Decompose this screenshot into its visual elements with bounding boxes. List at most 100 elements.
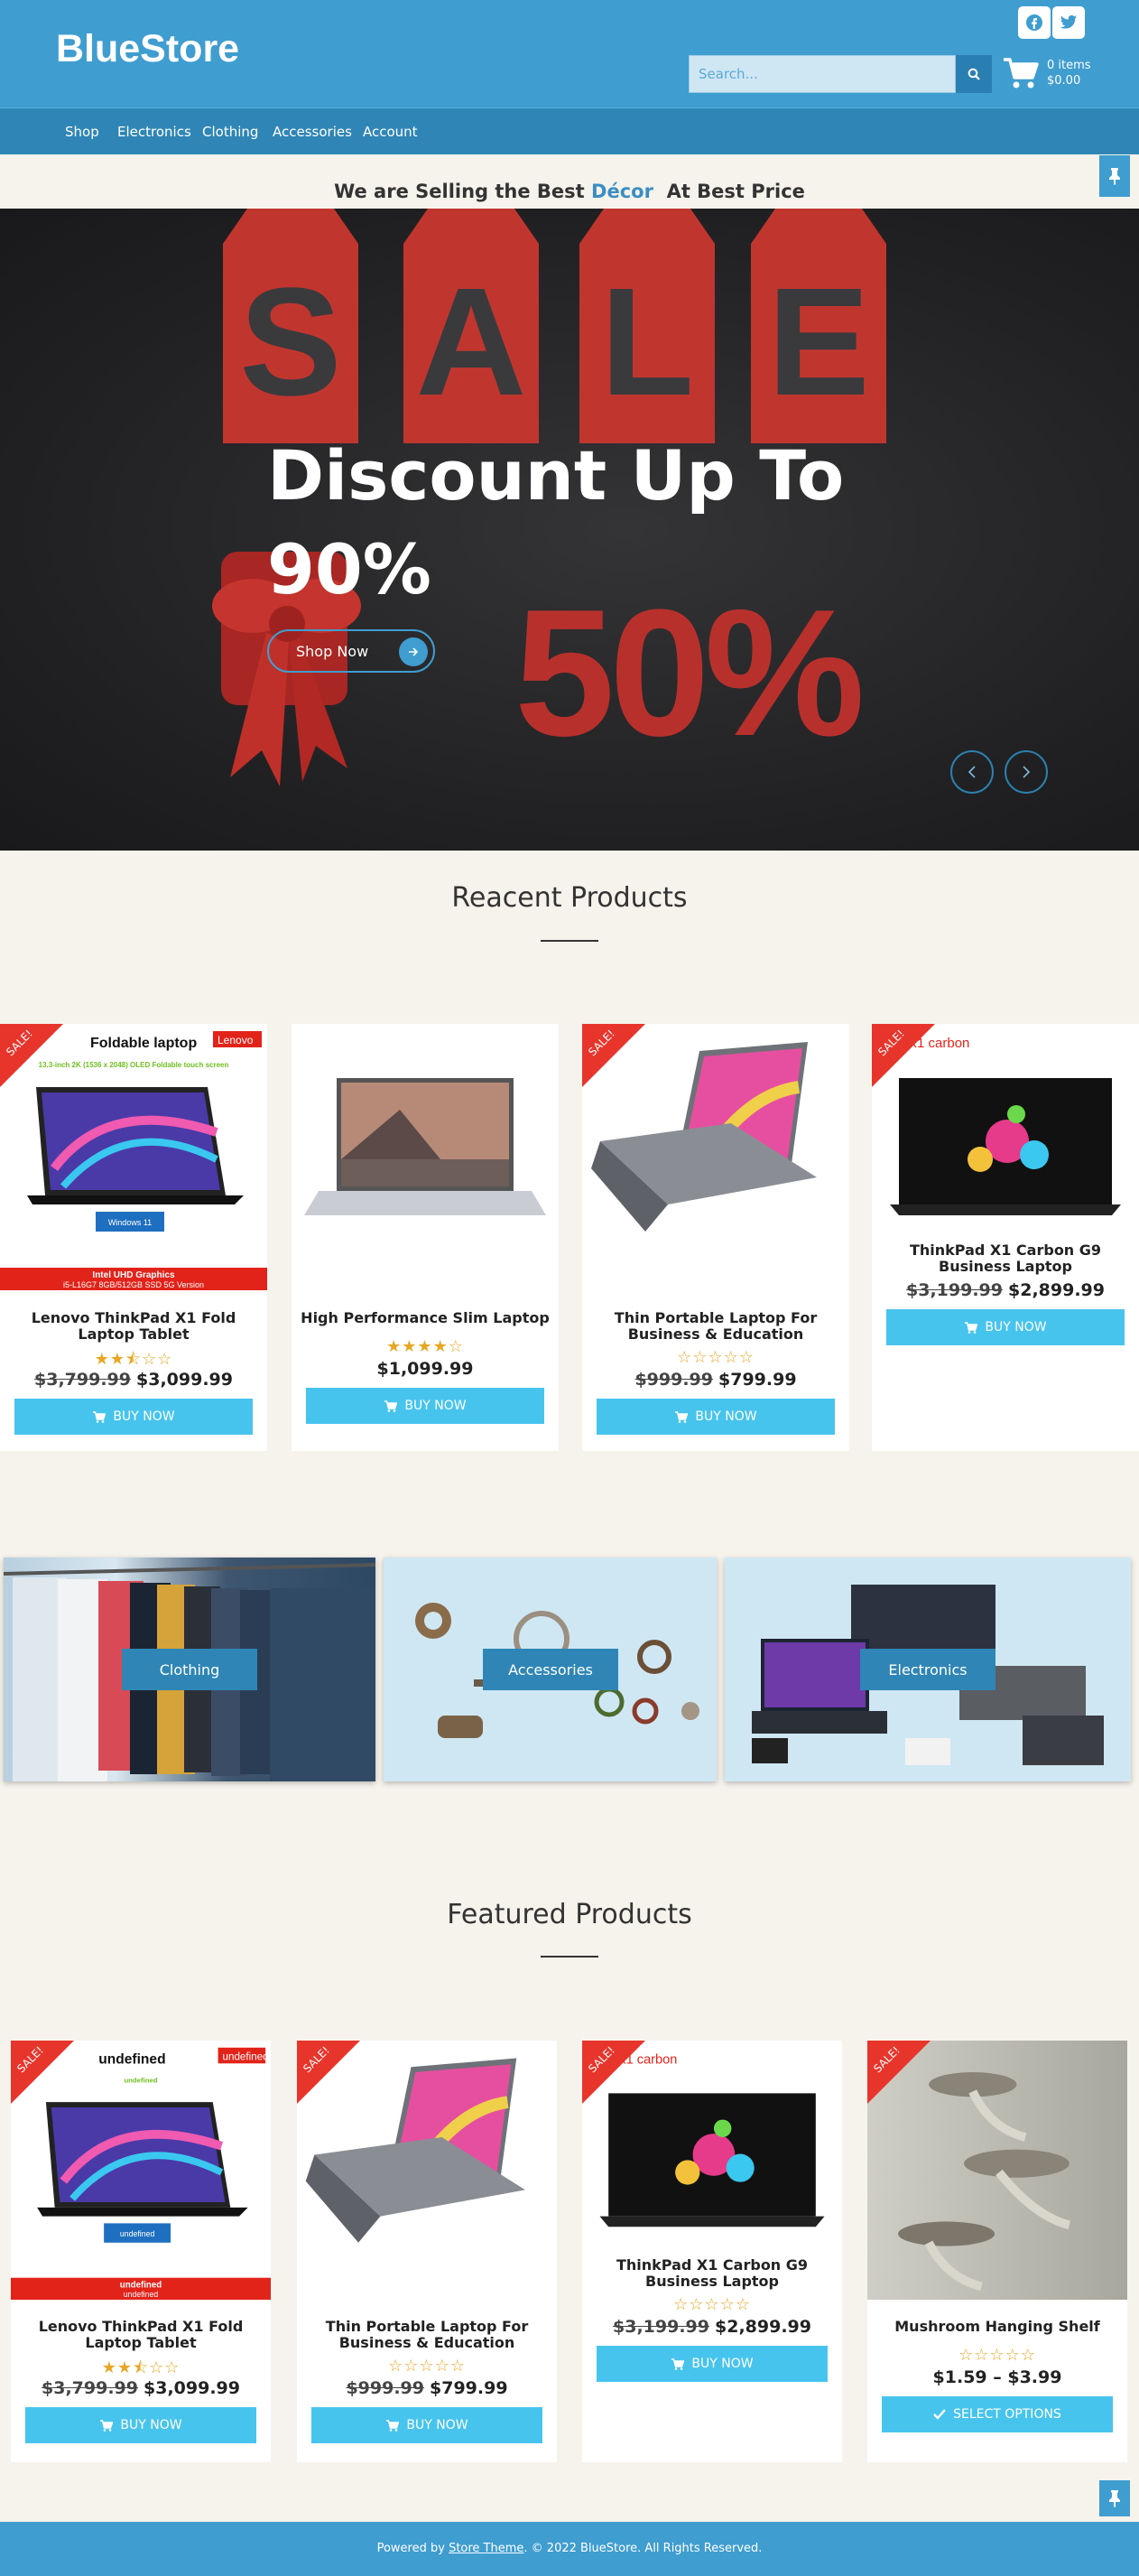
category-clothing-button[interactable]: Clothing [122, 1649, 257, 1690]
pin-button[interactable] [1099, 155, 1130, 197]
product-price: $1.59 – $3.99 [867, 2367, 1127, 2387]
sale-badge-label: SALE! [586, 1027, 617, 1059]
section-title-featured: Featured Products [447, 1899, 692, 1930]
buy-button-label: BUY NOW [985, 1320, 1047, 1334]
product-name[interactable]: ThinkPad X1 Carbon G9 Business Laptop [879, 1242, 1132, 1275]
nav-electronics[interactable]: Electronics [117, 108, 191, 155]
product-name[interactable]: ThinkPad X1 Carbon G9 Business Laptop [589, 2257, 835, 2290]
product-price: $3,199.99 $2,899.99 [872, 1280, 1139, 1300]
main-nav: Shop Electronics Clothing Accessories Ac… [0, 107, 1139, 154]
product-price: $3,199.99 $2,899.99 [582, 2317, 842, 2337]
product-name[interactable]: Lenovo ThinkPad X1 Fold Laptop Tablet [18, 2319, 264, 2351]
product-image[interactable] [867, 2041, 1127, 2301]
section-title-recent: Reacent Products [451, 882, 688, 914]
recent-products-row: Foldable laptop Lenovo 13.3-inch 2K (1536 … [0, 1024, 1139, 1451]
nav-shop[interactable]: Shop [65, 108, 99, 155]
tagline: We are Selling the Best Décor At Best Pr… [0, 181, 1139, 202]
category-electronics-button[interactable]: Electronics [860, 1649, 995, 1690]
star-rating: ☆☆☆☆☆ [958, 2346, 1036, 2365]
tagline-pre: We are Selling the Best [334, 181, 585, 202]
search-input[interactable] [689, 55, 956, 93]
nav-account[interactable]: Account [363, 108, 418, 155]
footer-copyright: . © 2022 BlueStore. All Rights Reserved. [523, 2542, 763, 2555]
cart-items-count: 0 items [1047, 59, 1091, 72]
current-price: $799.99 [430, 2378, 508, 2398]
buy-button[interactable]: SELECT OPTIONS [881, 2396, 1114, 2432]
hero-slider: S A L E 50% Discount Up To 90% Shop Now [0, 209, 1139, 851]
sale-badge-label: SALE! [871, 2043, 903, 2076]
twitter-icon[interactable] [1052, 6, 1085, 39]
product-card[interactable]: High Performance Slim Laptop ★★★★☆ $1,099.… [292, 1024, 559, 1451]
category-accessories-button[interactable]: Accessories [483, 1649, 618, 1690]
buy-button[interactable]: BUY NOW [306, 1388, 544, 1424]
check-icon [933, 2409, 947, 2420]
buy-button[interactable]: BUY NOW [596, 2346, 829, 2382]
slider-next-button[interactable] [1005, 750, 1048, 794]
product-card[interactable]: SALE! Mushroom Hanging Shelf ☆☆☆☆☆ $1.59 – … [867, 2041, 1127, 2462]
buy-button-label: SELECT OPTIONS [953, 2407, 1061, 2422]
sale-letter: A [415, 256, 527, 428]
svg-text:undefined: undefined [120, 2280, 162, 2290]
cart-summary[interactable]: 0 items $0.00 [1047, 58, 1091, 88]
category-accessories[interactable]: Accessories [384, 1558, 717, 1781]
slider-prev-button[interactable] [950, 750, 994, 794]
nav-clothing[interactable]: Clothing [202, 108, 258, 155]
facebook-icon[interactable] [1018, 6, 1051, 39]
shop-now-label: Shop Now [296, 642, 369, 660]
product-card[interactable]: SALE! Thin Portable Laptop For Business &… [582, 1024, 849, 1451]
chevron-left-icon [968, 766, 976, 778]
product-image[interactable]: undefined undefined undefined undefined unde… [11, 2041, 271, 2301]
buy-button-label: BUY NOW [406, 2418, 468, 2432]
current-price: $2,899.99 [715, 2317, 811, 2337]
section-divider [541, 940, 598, 942]
pin-icon [1109, 168, 1120, 185]
product-price: $1,099.99 [292, 1359, 559, 1379]
pin-button[interactable] [1099, 2480, 1130, 2516]
product-card[interactable]: Foldable laptop Lenovo 13.3-inch 2K (1536 … [0, 1024, 267, 1451]
nav-accessories[interactable]: Accessories [273, 108, 352, 155]
buy-button-label: BUY NOW [113, 1409, 175, 1424]
product-image[interactable]: Foldable laptop Lenovo 13.3-inch 2K (1536 … [0, 1024, 267, 1290]
site-logo[interactable]: BlueStore [56, 27, 239, 71]
buy-button[interactable]: BUY NOW [24, 2407, 257, 2443]
product-card[interactable]: X1 carbon SALE! ThinkPad X1 Carbon G9 Busi… [582, 2041, 842, 2462]
sale-badge-label: SALE! [586, 2043, 617, 2076]
category-clothing[interactable]: Clothing [4, 1558, 375, 1781]
sale-badge-label: SALE! [4, 1027, 35, 1059]
buy-button-label: BUY NOW [404, 1399, 467, 1413]
buy-button[interactable]: BUY NOW [597, 1399, 835, 1435]
cart-icon [384, 1400, 398, 1412]
product-name[interactable]: High Performance Slim Laptop [299, 1310, 551, 1326]
product-name[interactable]: Thin Portable Laptop For Business & Educ… [589, 1310, 842, 1343]
old-price: $3,199.99 [906, 1280, 1003, 1300]
cart-icon [671, 2357, 685, 2370]
cart-icon [965, 1321, 978, 1334]
product-card[interactable]: X1 carbon SALE! ThinkPad X1 Carbon G9 Busi… [872, 1024, 1139, 1451]
svg-text:undefined: undefined [124, 2077, 157, 2085]
star-rating: ☆☆☆☆☆ [677, 1348, 755, 1367]
hero-headline: Discount Up To 90% [267, 429, 844, 617]
buy-button[interactable]: BUY NOW [310, 2407, 543, 2443]
shop-now-button[interactable]: Shop Now [267, 629, 435, 673]
product-name[interactable]: Lenovo ThinkPad X1 Fold Laptop Tablet [7, 1310, 260, 1343]
sale-letter: S [239, 256, 342, 428]
sale-badge-label: SALE! [14, 2043, 46, 2076]
buy-button[interactable]: BUY NOW [14, 1399, 253, 1435]
product-price: $3,799.99 $3,099.99 [0, 1370, 267, 1390]
product-name[interactable]: Thin Portable Laptop For Business & Educ… [304, 2319, 550, 2351]
search-button[interactable] [956, 55, 992, 93]
sale-badge-label: SALE! [301, 2043, 332, 2076]
product-name[interactable]: Mushroom Hanging Shelf [875, 2319, 1120, 2335]
cart-icon[interactable] [1002, 56, 1042, 92]
footer-theme-link[interactable]: Store Theme [449, 2542, 523, 2555]
buy-button[interactable]: BUY NOW [886, 1309, 1125, 1345]
tagline-post: At Best Price [666, 181, 805, 202]
category-electronics[interactable]: Electronics [725, 1558, 1131, 1781]
product-image[interactable] [297, 2041, 557, 2301]
chevron-right-icon [1023, 766, 1031, 778]
product-image[interactable] [292, 1024, 559, 1290]
product-image[interactable] [582, 1024, 849, 1290]
product-card[interactable]: SALE! Thin Portable Laptop For Business &… [297, 2041, 557, 2462]
old-price: $3,799.99 [42, 2378, 138, 2398]
product-card[interactable]: undefined undefined undefined undefined unde… [11, 2041, 271, 2462]
